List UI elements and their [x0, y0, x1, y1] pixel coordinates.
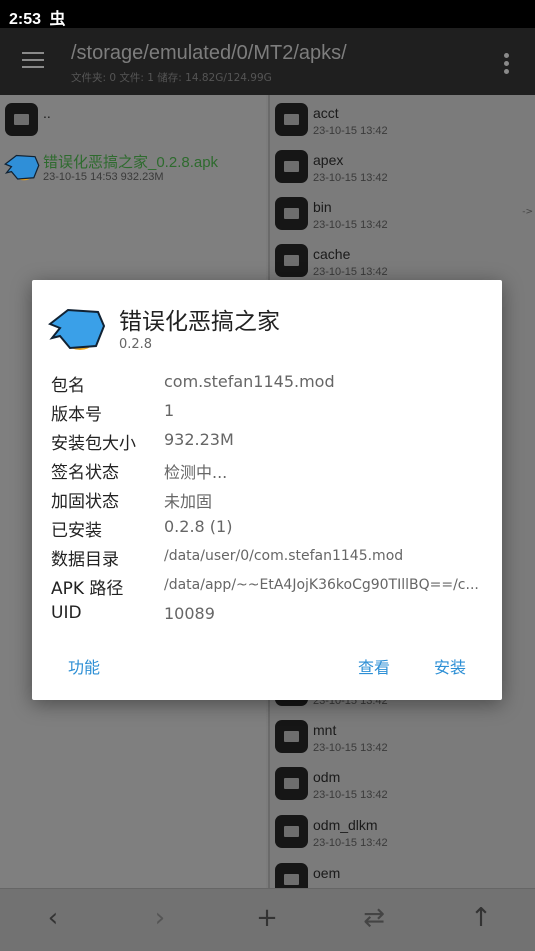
folder-icon [275, 720, 308, 753]
list-item-apk[interactable]: 错误化恶搞之家_0.2.8.apk 23-10-15 14:53 932.23M [0, 143, 266, 189]
list-item[interactable]: acct 23-10-15 13:42 [270, 97, 535, 143]
list-item[interactable]: odm_dlkm 23-10-15 13:42 [270, 809, 535, 855]
list-item[interactable]: cache 23-10-15 13:42 [270, 238, 535, 284]
bottom-toolbar: ‹ › + ⇄ ↑ [0, 888, 535, 951]
list-item[interactable]: mnt 23-10-15 13:42 [270, 714, 535, 760]
list-item-parent[interactable]: .. [0, 97, 266, 143]
list-item[interactable]: odm 23-10-15 13:42 [270, 761, 535, 807]
more-options-icon[interactable] [504, 53, 509, 77]
folder-icon [275, 197, 308, 230]
toolbar: /storage/emulated/0/MT2/apks/ 文件夹: 0 文件:… [0, 28, 535, 95]
app-version: 0.2.8 [119, 337, 153, 352]
apk-info-dialog: 错误化恶搞之家 0.2.8 包名 com.stefan1145.mod 版本号 1 … [32, 280, 502, 700]
current-path[interactable]: /storage/emulated/0/MT2/apks/ [71, 42, 347, 65]
folder-icon [275, 103, 308, 136]
folder-icon [275, 767, 308, 800]
chevron-left-icon[interactable]: ‹ [33, 903, 73, 933]
folder-icon [275, 815, 308, 848]
info-row-size: 安装包大小 932.23M [51, 430, 234, 454]
functions-button[interactable]: 功能 [68, 654, 100, 678]
info-row-installed: 已安装 0.2.8 (1) [51, 517, 233, 541]
swap-icon[interactable]: ⇄ [354, 903, 394, 933]
folder-icon [275, 150, 308, 183]
info-row-data-dir: 数据目录/data/user/0/com.stefan1145.mod [51, 548, 404, 570]
app-name: 错误化恶搞之家 [119, 309, 280, 335]
folder-icon [5, 103, 38, 136]
info-row-version-code: 版本号 1 [51, 401, 175, 425]
plus-icon[interactable]: + [247, 903, 287, 933]
app-icon [4, 154, 40, 181]
folder-icon [275, 244, 308, 277]
status-bar: 2:53 虫 [0, 0, 535, 28]
bug-icon: 虫 [49, 11, 66, 28]
info-row-signature: 签名状态 检测中... [51, 463, 228, 483]
list-item[interactable]: apex 23-10-15 13:42 [270, 144, 535, 190]
storage-info: 文件夹: 0 文件: 1 储存: 14.82G/124.99G [71, 72, 272, 84]
info-row-protection: 加固状态 未加固 [51, 492, 213, 512]
info-row-package: 包名 com.stefan1145.mod [51, 372, 335, 396]
install-button[interactable]: 安装 [434, 654, 466, 678]
clock: 2:53 [9, 11, 42, 28]
menu-icon[interactable] [22, 52, 44, 68]
symlink-indicator: -> [522, 207, 533, 217]
info-row-uid: UID 10089 [51, 603, 215, 623]
app-icon [48, 308, 106, 350]
arrow-up-icon[interactable]: ↑ [461, 903, 501, 933]
info-row-apk-path: APK 路径/data/app/~~EtA4JojK36koCg90TIllBQ… [51, 577, 479, 599]
view-button[interactable]: 查看 [358, 654, 390, 678]
chevron-right-icon[interactable]: › [140, 903, 180, 933]
list-item[interactable]: bin 23-10-15 13:42 -> [270, 191, 535, 237]
